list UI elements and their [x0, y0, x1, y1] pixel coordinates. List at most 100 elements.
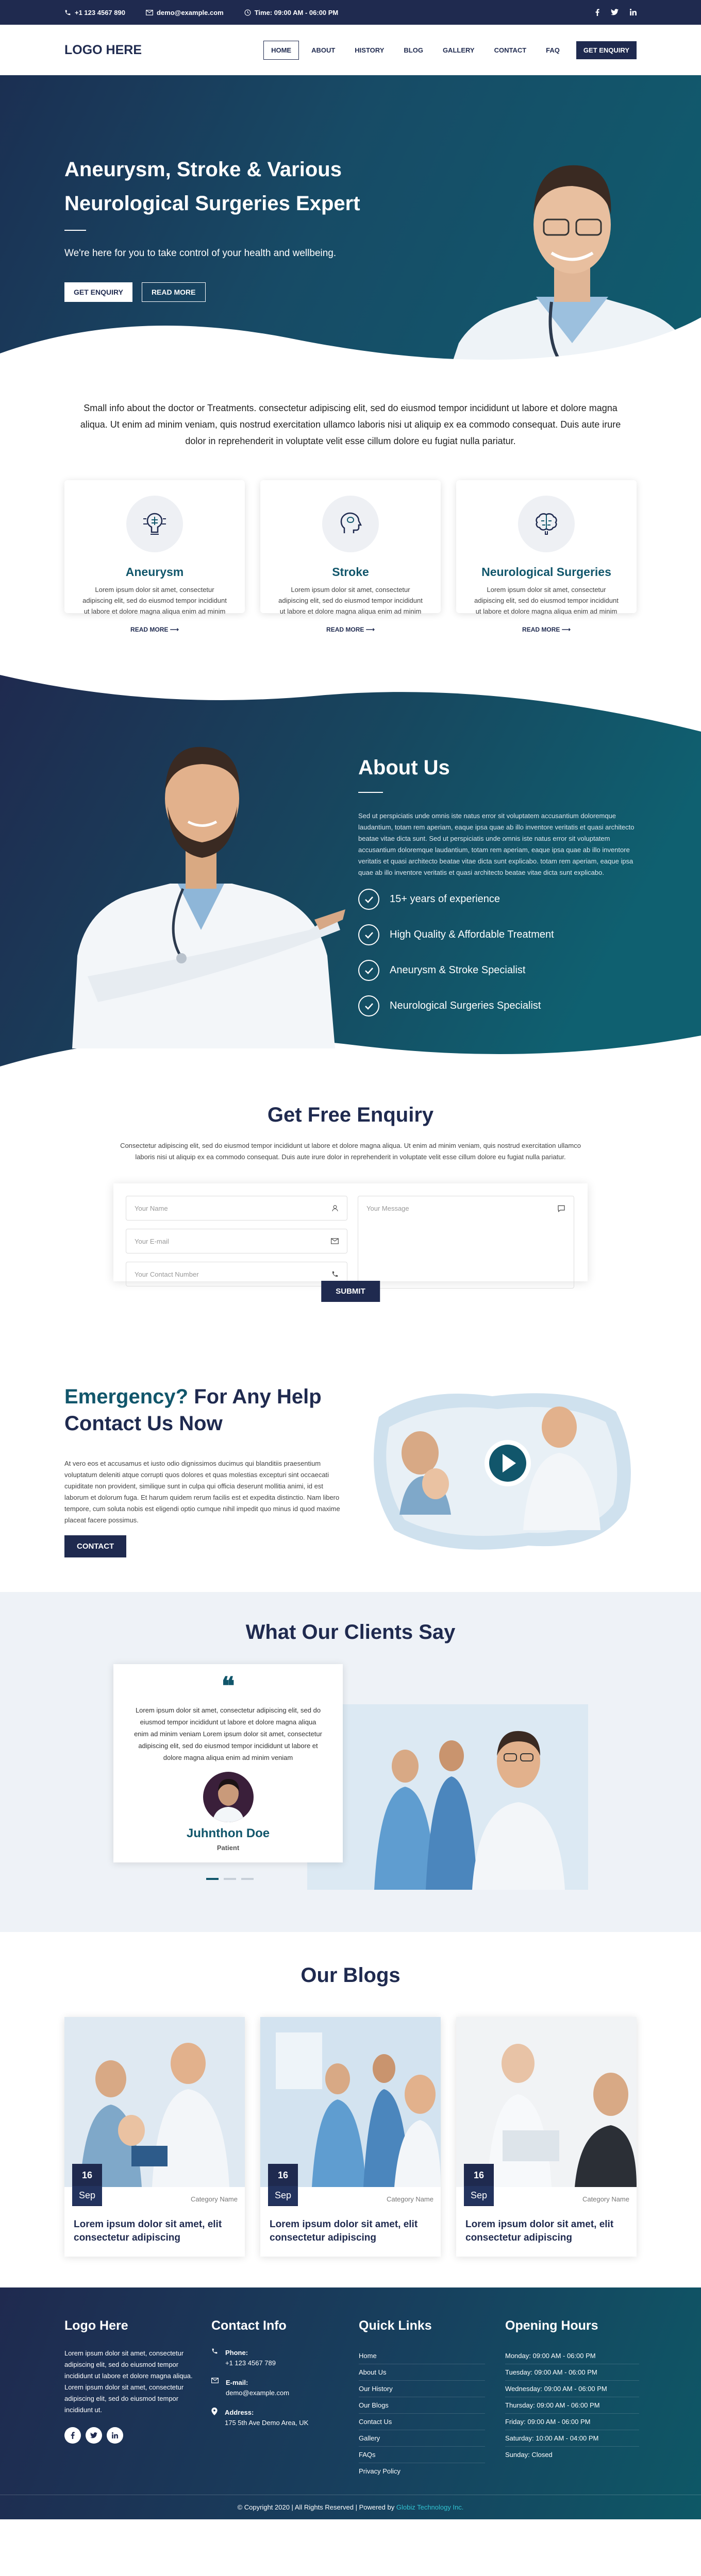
blog-title[interactable]: Lorem ipsum dolor sit amet, elit consect…	[74, 2218, 239, 2245]
twitter-icon[interactable]	[611, 9, 619, 16]
nav-item-history[interactable]: HISTORY	[347, 41, 391, 59]
footer-link-about[interactable]: About Us	[359, 2364, 485, 2381]
blog-date: 16 Sep	[464, 2164, 494, 2206]
phone-icon	[211, 2348, 218, 2368]
footer-phone[interactable]: Phone: +1 123 4567 789	[211, 2348, 308, 2368]
service-card-aneurysm[interactable]: Aneurysm Lorem ipsum dolor sit amet, con…	[64, 480, 245, 633]
hero-enquiry-button[interactable]: GET ENQUIRY	[64, 282, 132, 302]
footer-link-home[interactable]: Home	[359, 2348, 485, 2364]
hero-title: Aneurysm, Stroke & Various Neurological …	[64, 158, 360, 215]
email-field[interactable]: Your E-mail	[126, 1229, 347, 1253]
blog-title[interactable]: Lorem ipsum dolor sit amet, elit consect…	[465, 2218, 630, 2245]
blog-title[interactable]: Lorem ipsum dolor sit amet, elit consect…	[270, 2218, 435, 2245]
brain-circuit-icon	[126, 496, 183, 552]
blog-image	[260, 2017, 441, 2187]
nav-item-blog[interactable]: BLOG	[396, 41, 430, 59]
read-more-link[interactable]: READ MORE ⟶	[260, 626, 441, 633]
hero-section: Aneurysm, Stroke & Various Neurological …	[0, 75, 701, 389]
name-field[interactable]: Your Name	[126, 1196, 347, 1221]
footer-social	[64, 2427, 198, 2444]
blog-card[interactable]: 16 Sep Category Name Lorem ipsum dolor si…	[456, 2017, 637, 2257]
footer-link-privacy[interactable]: Privacy Policy	[359, 2463, 485, 2479]
client-name: Juhnthon Doe	[186, 1826, 270, 1840]
footer-link-gallery[interactable]: Gallery	[359, 2430, 485, 2447]
service-title: Neurological Surgeries	[481, 565, 611, 579]
topbar-phone[interactable]: +1 123 4567 890	[64, 9, 125, 16]
read-more-label: READ MORE	[326, 626, 364, 633]
carousel-dot[interactable]	[241, 1878, 254, 1880]
phone-field[interactable]: Your Contact Number	[126, 1262, 347, 1286]
carousel-dot[interactable]	[224, 1878, 236, 1880]
client-role: Patient	[216, 1844, 240, 1852]
arrow-right-icon: ⟶	[561, 626, 571, 633]
service-description: Lorem ipsum dolor sit amet, consectetur …	[82, 586, 227, 615]
nav-enquiry-button[interactable]: GET ENQUIRY	[576, 41, 637, 59]
footer: Logo Here Lorem ipsum dolor sit amet, co…	[0, 2287, 701, 2519]
read-more-link[interactable]: READ MORE ⟶	[64, 626, 245, 633]
nav-item-gallery[interactable]: GALLERY	[436, 41, 482, 59]
location-icon	[211, 2408, 218, 2428]
footer-email[interactable]: E-mail: demo@example.com	[211, 2378, 308, 2398]
check-icon	[358, 995, 379, 1016]
facebook-icon[interactable]	[64, 2427, 81, 2444]
emergency-highlight: Emergency?	[64, 1385, 189, 1408]
linkedin-icon[interactable]	[107, 2427, 123, 2444]
footer-address-label: Address:	[225, 2409, 254, 2416]
powered-by-link[interactable]: Globiz Technology Inc.	[396, 2503, 464, 2511]
twitter-icon[interactable]	[86, 2427, 102, 2444]
about-doctor-image	[72, 747, 345, 1048]
carousel-dot[interactable]	[206, 1878, 219, 1880]
topbar-email[interactable]: demo@example.com	[145, 9, 224, 16]
footer-opening-hours: Opening Hours Monday: 09:00 AM - 06:00 P…	[505, 2318, 639, 2463]
service-title: Aneurysm	[125, 565, 184, 579]
service-description: Lorem ipsum dolor sit amet, consectetur …	[474, 586, 619, 615]
top-bar: +1 123 4567 890 demo@example.com Time: 0…	[0, 0, 701, 25]
hours-row: Sunday: Closed	[505, 2451, 553, 2459]
brain-icon	[518, 496, 575, 552]
blog-category[interactable]: Category Name	[387, 2195, 433, 2203]
hours-row: Wednesday: 09:00 AM - 06:00 PM	[505, 2381, 639, 2397]
check-icon	[358, 924, 379, 945]
about-points: 15+ years of experience High Quality & A…	[358, 889, 639, 1016]
emergency-video-thumbnail	[374, 1393, 631, 1550]
nav-item-home[interactable]: HOME	[263, 40, 299, 60]
footer-link-faqs[interactable]: FAQs	[359, 2447, 485, 2463]
message-field[interactable]: Your Message	[358, 1196, 574, 1289]
contact-button[interactable]: CONTACT	[64, 1535, 127, 1557]
nav-item-about[interactable]: ABOUT	[304, 41, 342, 59]
hours-row: Friday: 09:00 AM - 06:00 PM	[505, 2414, 639, 2430]
read-more-label: READ MORE	[130, 626, 169, 633]
blog-category[interactable]: Category Name	[582, 2195, 629, 2203]
footer-contact: Contact Info Phone: +1 123 4567 789 E-mai…	[211, 2318, 308, 2437]
service-card-neurological[interactable]: Neurological Surgeries Lorem ipsum dolor…	[456, 480, 637, 633]
nav-menu: HOME ABOUT HISTORY BLOG GALLERY CONTACT …	[263, 40, 637, 60]
site-logo[interactable]: LOGO HERE	[64, 43, 142, 58]
blog-card[interactable]: 16 Sep Category Name Lorem ipsum dolor si…	[260, 2017, 441, 2257]
footer-link-blogs[interactable]: Our Blogs	[359, 2397, 485, 2414]
topbar-social	[595, 9, 637, 16]
footer-logo[interactable]: Logo Here	[64, 2318, 198, 2333]
mail-icon	[145, 9, 153, 15]
footer-link-contact[interactable]: Contact Us	[359, 2414, 485, 2430]
footer-phone-label: Phone:	[225, 2349, 248, 2357]
hours-row: Tuesday: 09:00 AM - 06:00 PM	[505, 2364, 639, 2381]
nav-item-faq[interactable]: FAQ	[539, 41, 567, 59]
nav-item-contact[interactable]: CONTACT	[487, 41, 534, 59]
facebook-icon[interactable]	[595, 9, 599, 16]
linkedin-icon[interactable]	[630, 9, 637, 16]
read-more-link[interactable]: READ MORE ⟶	[456, 626, 637, 633]
service-card-stroke[interactable]: Stroke Lorem ipsum dolor sit amet, conse…	[260, 480, 441, 633]
blog-date: 16 Sep	[268, 2164, 298, 2206]
blog-category[interactable]: Category Name	[191, 2195, 238, 2203]
hero-read-more-button[interactable]: READ MORE	[141, 282, 206, 302]
about-point: 15+ years of experience	[358, 889, 639, 910]
submit-button[interactable]: SUBMIT	[321, 1281, 380, 1302]
avatar	[203, 1772, 254, 1822]
main-navbar: LOGO HERE HOME ABOUT HISTORY BLOG GALLER…	[0, 25, 701, 75]
quote-icon: ❝	[221, 1673, 235, 1700]
blog-card[interactable]: 16 Sep Category Name Lorem ipsum dolor si…	[64, 2017, 245, 2257]
footer-link-history[interactable]: Our History	[359, 2381, 485, 2397]
footer-about-text: Lorem ipsum dolor sit amet, consectetur …	[64, 2349, 193, 2414]
enquiry-form: Your Name Your E-mail Your Contact Numbe…	[113, 1183, 588, 1302]
footer-address-value: 175 5th Ave Demo Area, UK	[225, 2419, 309, 2427]
